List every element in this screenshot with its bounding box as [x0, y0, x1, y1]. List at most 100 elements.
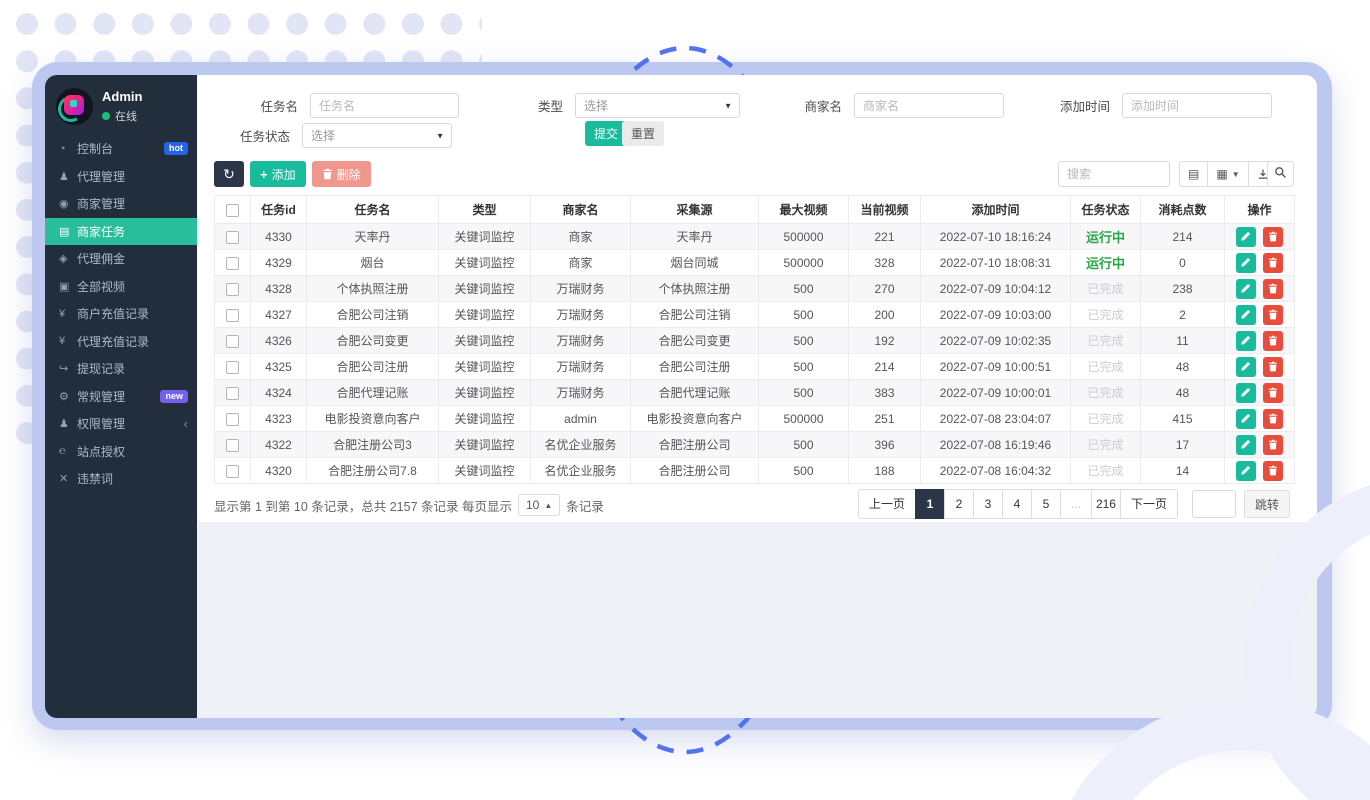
- cell-task-id: 4324: [251, 380, 307, 406]
- add-button[interactable]: + 添加: [250, 161, 306, 187]
- sidebar-item-merchant-tasks[interactable]: ▤ 商家任务: [45, 218, 197, 246]
- trash-icon: [1268, 361, 1278, 372]
- task-status-select[interactable]: 选择 ▼: [302, 123, 452, 148]
- sidebar-item-all-videos[interactable]: ▣ 全部视频: [45, 273, 197, 301]
- row-checkbox[interactable]: [226, 465, 239, 478]
- edit-button[interactable]: [1236, 409, 1256, 429]
- delete-button[interactable]: [1263, 409, 1283, 429]
- page-button-3[interactable]: 3: [973, 489, 1003, 519]
- delete-button[interactable]: [1263, 331, 1283, 351]
- sidebar-item-agent-management[interactable]: ♟ 代理管理: [45, 163, 197, 191]
- dashboard-icon: ◔: [59, 143, 77, 155]
- row-checkbox[interactable]: [226, 413, 239, 426]
- edit-button[interactable]: [1236, 331, 1256, 351]
- sidebar-item-banned-words[interactable]: ✕ 违禁词: [45, 465, 197, 493]
- edit-button[interactable]: [1236, 461, 1256, 481]
- next-page-button[interactable]: 下一页: [1120, 489, 1178, 519]
- table-row: 4325 合肥公司注册 关键词监控 万瑞财务 合肥公司注册 500 214 20…: [215, 354, 1295, 380]
- merchant-name-input[interactable]: [854, 93, 1004, 118]
- edit-button[interactable]: [1236, 253, 1256, 273]
- row-checkbox[interactable]: [226, 361, 239, 374]
- delete-button[interactable]: [1263, 279, 1283, 299]
- row-checkbox[interactable]: [226, 283, 239, 296]
- cell-add-time: 2022-07-09 10:00:51: [921, 354, 1071, 380]
- cell-source: 合肥注册公司: [631, 458, 759, 484]
- cell-task-id: 4323: [251, 406, 307, 432]
- page-button-5[interactable]: 5: [1031, 489, 1061, 519]
- sidebar-item-general-management[interactable]: ⚙ 常规管理 new: [45, 383, 197, 411]
- column-header: 最大视频: [759, 196, 849, 224]
- delete-button[interactable]: [1263, 357, 1283, 377]
- sidebar-item-merchant-management[interactable]: ◉ 商家管理: [45, 190, 197, 218]
- search-input[interactable]: [1058, 161, 1170, 187]
- column-header: 任务名: [307, 196, 439, 224]
- sidebar-item-site-authorization[interactable]: ℮ 站点授权: [45, 438, 197, 466]
- delete-button[interactable]: [1263, 305, 1283, 325]
- sidebar-item-merchant-recharge-records[interactable]: ¥ 商户充值记录: [45, 300, 197, 328]
- jump-page-input[interactable]: [1192, 490, 1236, 518]
- cell-merchant: 商家: [531, 224, 631, 250]
- delete-button[interactable]: [1263, 227, 1283, 247]
- column-header: 消耗点数: [1141, 196, 1225, 224]
- page-button-1[interactable]: 1: [915, 489, 945, 519]
- reset-button[interactable]: 重置: [622, 121, 664, 146]
- type-select[interactable]: 选择 ▼: [575, 93, 740, 118]
- user-profile: Admin 在线: [45, 75, 197, 135]
- avatar[interactable]: [56, 88, 93, 125]
- edit-button[interactable]: [1236, 435, 1256, 455]
- edit-button[interactable]: [1236, 305, 1256, 325]
- online-status-dot: [102, 112, 110, 120]
- edit-button[interactable]: [1236, 357, 1256, 377]
- column-header: 当前视频: [849, 196, 921, 224]
- column-header: 操作: [1225, 196, 1295, 224]
- cell-merchant: admin: [531, 406, 631, 432]
- prev-page-button[interactable]: 上一页: [858, 489, 916, 519]
- refresh-button[interactable]: ↻: [214, 161, 244, 187]
- chevron-up-icon: ▲: [544, 501, 552, 510]
- row-checkbox[interactable]: [226, 231, 239, 244]
- add-time-input[interactable]: [1122, 93, 1272, 118]
- edit-button[interactable]: [1236, 227, 1256, 247]
- edit-button[interactable]: [1236, 383, 1256, 403]
- select-all-checkbox[interactable]: [226, 204, 239, 217]
- page-button-4[interactable]: 4: [1002, 489, 1032, 519]
- trash-icon: [1268, 387, 1278, 398]
- cell-merchant: 万瑞财务: [531, 380, 631, 406]
- table-search-button[interactable]: [1267, 161, 1294, 187]
- row-checkbox[interactable]: [226, 387, 239, 400]
- chevron-collapse-icon: ‹: [184, 416, 188, 431]
- task-name-input[interactable]: [310, 93, 459, 118]
- row-checkbox[interactable]: [226, 335, 239, 348]
- columns-button[interactable]: ▦▼: [1207, 161, 1248, 187]
- jump-button[interactable]: 跳转: [1244, 490, 1290, 518]
- cell-max-videos: 500: [759, 276, 849, 302]
- cell-merchant: 万瑞财务: [531, 302, 631, 328]
- sidebar-item-agent-commission[interactable]: ◈ 代理佣金: [45, 245, 197, 273]
- delete-button[interactable]: [1263, 253, 1283, 273]
- row-checkbox[interactable]: [226, 309, 239, 322]
- bulk-delete-button[interactable]: 删除: [312, 161, 371, 187]
- sidebar-item-withdrawal-records[interactable]: ↪ 提现记录: [45, 355, 197, 383]
- row-checkbox[interactable]: [226, 439, 239, 452]
- cell-task-id: 4328: [251, 276, 307, 302]
- cell-add-time: 2022-07-10 18:08:31: [921, 250, 1071, 276]
- page-button-216[interactable]: 216: [1091, 489, 1121, 519]
- sidebar-item-permission-management[interactable]: ♟ 权限管理 ‹: [45, 410, 197, 438]
- status-badge: 已完成: [1087, 412, 1123, 426]
- status-badge: 运行中: [1086, 230, 1125, 245]
- cell-task-id: 4320: [251, 458, 307, 484]
- status-badge: 已完成: [1087, 464, 1123, 478]
- edit-button[interactable]: [1236, 279, 1256, 299]
- sidebar-item-agent-recharge-records[interactable]: ¥ 代理充值记录: [45, 328, 197, 356]
- row-checkbox[interactable]: [226, 257, 239, 270]
- page-button-2[interactable]: 2: [944, 489, 974, 519]
- sidebar-item-console[interactable]: ◔ 控制台 hot: [45, 135, 197, 163]
- delete-button[interactable]: [1263, 461, 1283, 481]
- per-page-select[interactable]: 10 ▲: [518, 494, 560, 516]
- cell-current-videos: 214: [849, 354, 921, 380]
- cell-max-videos: 500: [759, 458, 849, 484]
- toggle-view-button[interactable]: ▤: [1179, 161, 1208, 187]
- delete-button[interactable]: [1263, 435, 1283, 455]
- delete-button[interactable]: [1263, 383, 1283, 403]
- submit-button[interactable]: 提交: [585, 121, 627, 146]
